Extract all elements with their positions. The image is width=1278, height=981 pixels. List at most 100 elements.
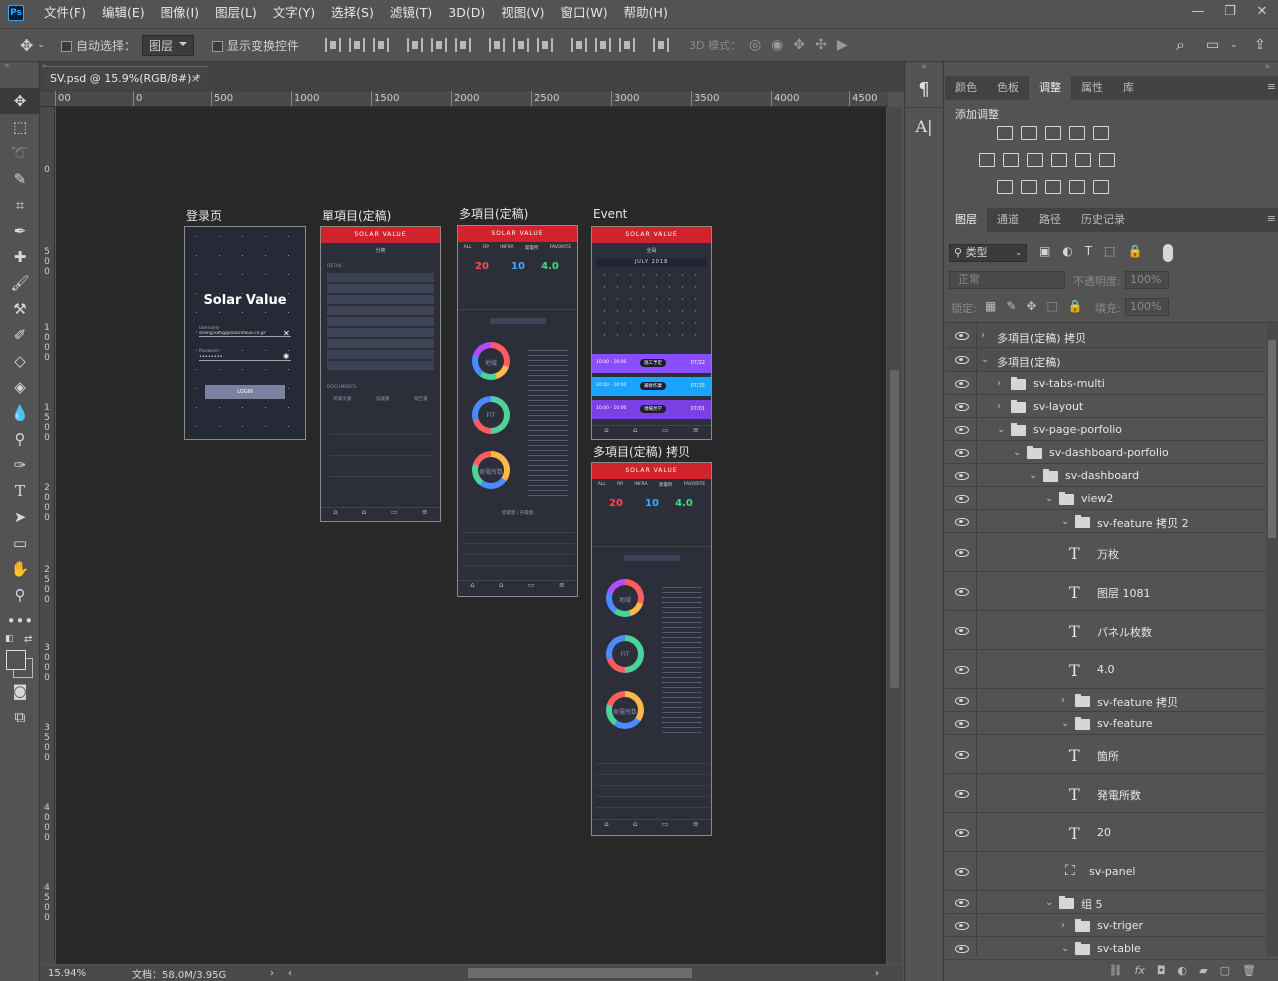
expand-arrow-icon[interactable]: ⌄ xyxy=(1061,943,1069,954)
layer-row[interactable]: ⌄ sv-feature 拷贝 2 xyxy=(945,510,1265,533)
brush-tool-icon[interactable]: 🖌 xyxy=(0,270,40,296)
adjustment-icon[interactable] xyxy=(1003,153,1019,167)
artboard-tab[interactable]: 発電所 xyxy=(525,245,539,251)
adjustment-icon[interactable] xyxy=(979,153,995,167)
zoom-level[interactable]: 15.94% xyxy=(48,968,108,979)
default-colors-icon[interactable]: ◧ xyxy=(5,634,14,644)
artboard-single[interactable]: SOLAR VALUE 分类 DETAIL DOCUMENTS 所属文書 協議書… xyxy=(320,226,441,522)
adjustment-icon[interactable] xyxy=(1045,126,1061,140)
distribute-hcenter-icon[interactable] xyxy=(595,38,611,52)
auto-select-dropdown[interactable]: 图层 xyxy=(141,34,194,56)
tab-2[interactable]: 调整 xyxy=(1029,76,1071,100)
doc-tab-2[interactable]: 協議書 xyxy=(376,396,390,402)
crop-tool-icon[interactable]: ⌗ xyxy=(0,192,40,218)
quick-select-tool-icon[interactable]: ✎ xyxy=(0,166,40,192)
layer-row[interactable]: T パネル枚数 xyxy=(945,611,1265,650)
artboard-login[interactable]: Solar Value Username sheng.kang@solarval… xyxy=(184,226,306,440)
calendar-grid[interactable] xyxy=(598,269,705,341)
toggle-switch[interactable] xyxy=(623,555,680,561)
event-row[interactable]: 10:00 - 10:00 補修作業 07/15 xyxy=(592,377,711,396)
visibility-eye-icon[interactable] xyxy=(955,719,969,728)
scroll-left-icon[interactable]: ‹ xyxy=(288,968,292,979)
blend-mode-dropdown[interactable]: 正常 xyxy=(949,271,1065,289)
menu-item-7[interactable]: 3D(D) xyxy=(440,0,493,26)
expand-arrow-icon[interactable]: ⌄ xyxy=(1029,470,1037,481)
artboard-label-single[interactable]: 單項目(定稿) xyxy=(322,207,391,224)
menu-item-8[interactable]: 视图(V) xyxy=(493,0,552,26)
layer-row[interactable]: › sv-triger xyxy=(945,914,1265,937)
visibility-eye-icon[interactable] xyxy=(955,626,969,635)
artboard-tab[interactable]: INFRA xyxy=(634,482,647,488)
blur-tool-icon[interactable]: 💧 xyxy=(0,400,40,426)
align-left-icon[interactable] xyxy=(407,38,423,52)
expand-arrow-icon[interactable]: › xyxy=(1061,695,1065,706)
layer-row[interactable]: T 発電所数 xyxy=(945,774,1265,813)
hand-tool-icon[interactable]: ✋ xyxy=(0,556,40,582)
new-layer-icon[interactable]: ▢ xyxy=(1220,964,1230,977)
layer-row[interactable]: T 箇所 xyxy=(945,735,1265,774)
month-header[interactable]: JULY 2018 xyxy=(596,258,707,267)
layer-row[interactable]: › sv-tabs-multi xyxy=(945,372,1265,395)
eye-icon[interactable]: ◉ xyxy=(283,352,289,360)
layer-row[interactable]: ⌄ sv-dashboard-porfolio xyxy=(945,441,1265,464)
visibility-eye-icon[interactable] xyxy=(955,471,969,480)
layer-row[interactable]: ⛶ sv-panel xyxy=(945,852,1265,891)
distribute-top-icon[interactable] xyxy=(489,38,505,52)
collapse-icon[interactable]: » xyxy=(945,62,1278,72)
fill-field[interactable]: 100% xyxy=(1125,298,1169,316)
eraser-tool-icon[interactable]: ◇ xyxy=(0,348,40,374)
menu-item-5[interactable]: 选择(S) xyxy=(323,0,382,26)
visibility-eye-icon[interactable] xyxy=(955,494,969,503)
restore-button[interactable]: ❐ xyxy=(1214,0,1246,22)
tab-0[interactable]: 颜色 xyxy=(945,76,987,100)
expand-arrow-icon[interactable]: ⌄ xyxy=(981,354,989,365)
layers-tab-0[interactable]: 图层 xyxy=(945,208,987,232)
artboard-tab[interactable]: FAVORITE xyxy=(684,482,706,488)
canvas-vertical-scroll-thumb[interactable] xyxy=(890,370,899,688)
quick-mask-icon[interactable]: ◙ xyxy=(0,678,40,704)
layer-row[interactable]: ⌄ sv-feature xyxy=(945,712,1265,735)
canvas-horizontal-scroll-thumb[interactable] xyxy=(468,968,692,978)
visibility-eye-icon[interactable] xyxy=(955,750,969,759)
visibility-eye-icon[interactable] xyxy=(955,402,969,411)
3d-mode-icons[interactable]: ◎◉✥✣▶ xyxy=(749,37,858,53)
workspace-icon[interactable]: ▭ xyxy=(1206,37,1219,53)
opacity-field[interactable]: 100% xyxy=(1125,271,1169,289)
artboard-multi-copy[interactable]: SOLAR VALUE ALL RP INFRA 発電所 FAVORITE 20 10 4.… xyxy=(591,462,712,836)
tab-1[interactable]: 色板 xyxy=(987,76,1029,100)
toggle-switch[interactable] xyxy=(489,318,546,324)
layer-row[interactable]: › sv-layout xyxy=(945,395,1265,418)
adjustment-layer-icon[interactable]: ◐ xyxy=(1178,964,1188,977)
menu-item-6[interactable]: 滤镜(T) xyxy=(382,0,440,26)
visibility-eye-icon[interactable] xyxy=(955,548,969,557)
canvas[interactable]: 登录页 Solar Value Username sheng.kang@sola… xyxy=(56,107,886,964)
visibility-eye-icon[interactable] xyxy=(955,898,969,907)
adjustment-icon[interactable] xyxy=(1021,126,1037,140)
menu-item-4[interactable]: 文字(Y) xyxy=(265,0,323,26)
visibility-eye-icon[interactable] xyxy=(955,828,969,837)
adjustment-icon[interactable] xyxy=(1045,180,1061,194)
new-group-icon[interactable]: ▰ xyxy=(1199,964,1207,977)
adjustment-icon[interactable] xyxy=(1027,153,1043,167)
align-top-icon[interactable] xyxy=(325,38,341,52)
fx-icon[interactable]: fx xyxy=(1134,964,1144,977)
artboard-multi[interactable]: SOLAR VALUE ALL RP INFRA 発電所 FAVORITE 20 10 4.… xyxy=(457,225,578,597)
expand-arrow-icon[interactable]: ⌄ xyxy=(1045,897,1053,908)
adjustment-icon[interactable] xyxy=(1093,180,1109,194)
align-bottom-icon[interactable] xyxy=(373,38,389,52)
character-icon[interactable]: A| xyxy=(905,108,943,144)
visibility-eye-icon[interactable] xyxy=(955,425,969,434)
layer-filter-icons[interactable]: ▣◐T⬚🔒 xyxy=(1039,244,1154,258)
mask-icon[interactable]: ◘ xyxy=(1157,964,1166,977)
pen-tool-icon[interactable]: ✑ xyxy=(0,452,40,478)
artboard-tab[interactable]: RP xyxy=(617,482,623,488)
adjustment-icon[interactable] xyxy=(1099,153,1115,167)
link-icon[interactable]: ⛓ xyxy=(1108,964,1122,977)
path-select-tool-icon[interactable]: ➤ xyxy=(0,504,40,530)
artboard-tab[interactable]: 発電所 xyxy=(659,482,673,488)
login-button[interactable]: LOGIN xyxy=(205,385,285,399)
auto-align-icon[interactable] xyxy=(653,38,669,52)
artboard-label-multi-copy[interactable]: 多項目(定稿) 拷贝 xyxy=(593,443,690,460)
chevron-down-icon[interactable]: ⌄ xyxy=(1230,40,1238,50)
visibility-eye-icon[interactable] xyxy=(955,789,969,798)
